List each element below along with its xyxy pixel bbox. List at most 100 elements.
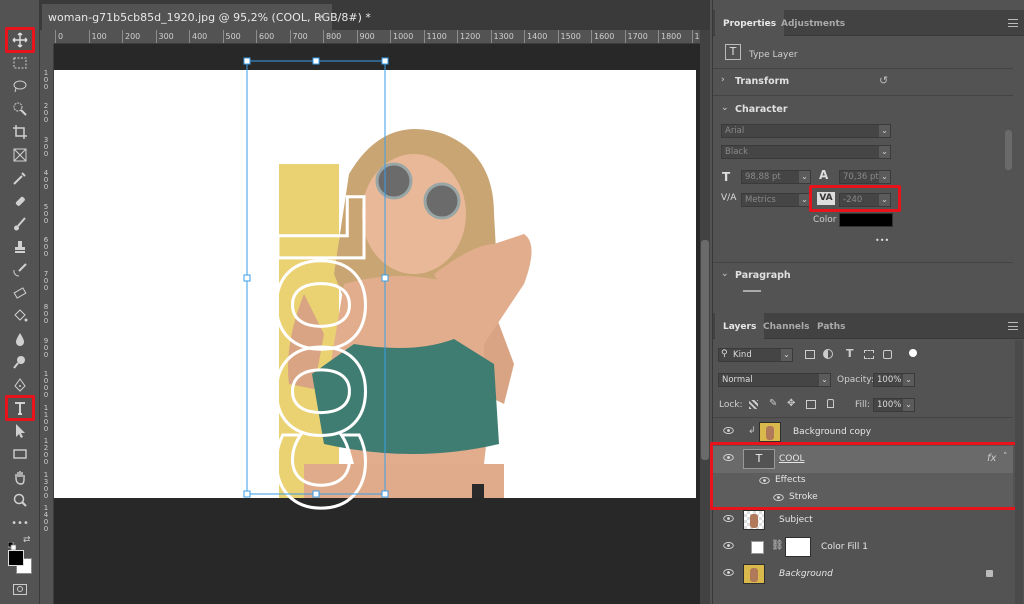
layer-row-subject[interactable]: Subject bbox=[713, 507, 1013, 534]
kerning-select[interactable]: Metrics ⌄ bbox=[741, 193, 811, 207]
default-colors-icon[interactable] bbox=[7, 535, 17, 551]
blend-mode-select[interactable]: Normal ⌄ bbox=[718, 373, 831, 387]
ruler-tick-label: 1800 bbox=[657, 30, 682, 43]
tracking-highlight bbox=[809, 185, 901, 212]
visibility-eye-icon[interactable] bbox=[723, 569, 734, 576]
filter-smart-object-icon[interactable] bbox=[883, 350, 892, 359]
more-tools-button[interactable]: ••• bbox=[9, 513, 31, 533]
swap-colors-icon[interactable]: ⇄ bbox=[23, 535, 31, 545]
clone-stamp-tool-button[interactable] bbox=[9, 237, 31, 257]
marquee-tool-button[interactable] bbox=[9, 53, 31, 73]
ruler-tick-label: 500 bbox=[222, 30, 241, 43]
panel-menu-icon[interactable] bbox=[1008, 19, 1018, 27]
ruler-tick-label: 1400 bbox=[523, 30, 548, 43]
history-brush-tool-button[interactable] bbox=[9, 260, 31, 280]
reset-transform-icon[interactable]: ↺ bbox=[879, 74, 888, 87]
layer-row-background[interactable]: Background bbox=[713, 561, 1013, 588]
canvas-vertical-scrollbar[interactable] bbox=[700, 30, 710, 604]
eraser-tool-button[interactable] bbox=[9, 283, 31, 303]
paint-bucket-tool-button[interactable] bbox=[9, 306, 31, 326]
lock-pixels-icon[interactable]: ✎ bbox=[769, 398, 777, 409]
font-style-select[interactable]: Black ⌄ bbox=[721, 145, 891, 159]
crop-tool-button[interactable] bbox=[9, 122, 31, 142]
tab-paths[interactable]: Paths bbox=[809, 313, 854, 339]
tab-adjustments[interactable]: Adjustments bbox=[773, 10, 853, 36]
foreground-color-swatch[interactable] bbox=[8, 550, 24, 566]
dodge-tool-button[interactable] bbox=[9, 352, 31, 372]
drop-icon bbox=[16, 333, 24, 346]
arrow-cursor-icon bbox=[16, 424, 25, 438]
pen-tool-button[interactable] bbox=[9, 375, 31, 395]
font-family-select[interactable]: Arial ⌄ bbox=[721, 124, 891, 138]
layers-scrollbar[interactable] bbox=[1015, 340, 1023, 604]
rectangle-tool-button[interactable] bbox=[9, 444, 31, 464]
chevron-down-icon: ⌄ bbox=[819, 374, 830, 386]
visibility-eye-icon[interactable] bbox=[723, 542, 734, 549]
ruler-tick-label: 700 bbox=[289, 30, 308, 43]
lock-icon bbox=[986, 570, 993, 577]
healing-brush-tool-button[interactable] bbox=[9, 191, 31, 211]
filter-adjustment-icon[interactable] bbox=[823, 349, 833, 359]
filter-kind-value: Kind bbox=[733, 350, 752, 360]
layer-row-color-fill[interactable]: ⛓ Color Fill 1 bbox=[713, 534, 1013, 561]
scrollbar-thumb[interactable] bbox=[701, 240, 709, 460]
horizontal-ruler[interactable]: 0 100 200 300 400 500 600 700 800 900 1000 1100 1200… bbox=[54, 30, 700, 44]
marquee-icon bbox=[13, 57, 27, 69]
lock-position-icon[interactable]: ✥ bbox=[787, 398, 795, 409]
more-options-button[interactable]: ••• bbox=[875, 236, 889, 245]
eyedropper-tool-button[interactable] bbox=[9, 168, 31, 188]
layer-type-label: Type Layer bbox=[749, 50, 798, 60]
layer-filter-select[interactable]: ⚲ Kind ⌄ bbox=[718, 348, 793, 362]
filter-shape-icon[interactable] bbox=[864, 350, 874, 359]
hand-tool-button[interactable] bbox=[9, 467, 31, 487]
properties-scrollbar[interactable] bbox=[1005, 130, 1012, 170]
ruler-tick-label: 1100 bbox=[423, 30, 447, 43]
ruler-tick-label: 1300 bbox=[490, 30, 514, 43]
lasso-tool-button[interactable] bbox=[9, 76, 31, 96]
zoom-tool-button[interactable] bbox=[9, 490, 31, 510]
quick-mask-icon[interactable] bbox=[13, 584, 27, 595]
fill-input[interactable]: 100% ⌄ bbox=[873, 398, 915, 412]
leading-input[interactable]: 70,36 pt ⌄ bbox=[839, 170, 891, 184]
layer-mask-thumbnail bbox=[785, 537, 811, 557]
filter-pixel-icon[interactable] bbox=[805, 350, 815, 359]
canvas-artwork[interactable]: COOL bbox=[54, 44, 700, 604]
close-tab-icon[interactable]: × bbox=[317, 10, 326, 23]
lock-transparency-icon[interactable] bbox=[749, 400, 758, 409]
layer-thumbnail bbox=[759, 422, 781, 442]
opacity-input[interactable]: 100% ⌄ bbox=[873, 373, 915, 387]
path-selection-tool-button[interactable] bbox=[9, 421, 31, 441]
visibility-eye-icon[interactable] bbox=[723, 427, 734, 434]
paint-bucket-icon bbox=[14, 309, 28, 322]
dodge-icon bbox=[13, 356, 25, 369]
chevron-down-icon: ⌄ bbox=[879, 146, 890, 158]
quick-selection-tool-button[interactable] bbox=[9, 99, 31, 119]
brush-icon bbox=[14, 217, 26, 231]
frame-tool-button[interactable] bbox=[9, 145, 31, 165]
layers-panel-header: Layers Channels Paths bbox=[713, 313, 1024, 339]
cool-text-layer: COOL bbox=[253, 195, 394, 515]
ruler-tick-label: 1200 bbox=[456, 30, 481, 43]
lock-label: Lock: bbox=[719, 400, 743, 410]
fill-color-swatch[interactable] bbox=[751, 541, 764, 554]
blur-tool-button[interactable] bbox=[9, 329, 31, 349]
history-brush-icon bbox=[13, 263, 27, 277]
filter-toggle-icon[interactable] bbox=[909, 349, 917, 357]
font-size-input[interactable]: 98,88 pt ⌄ bbox=[741, 170, 811, 184]
transform-section-header[interactable]: › Transform bbox=[713, 68, 1013, 94]
paragraph-section-header[interactable]: ⌄ Paragraph bbox=[713, 262, 1013, 288]
lock-artboard-icon[interactable] bbox=[806, 400, 816, 409]
photoshop-window: ••• ⇄ woman-g71b5cb85d_1920.jpg @ 95,2% … bbox=[0, 0, 1024, 604]
brush-tool-button[interactable] bbox=[9, 214, 31, 234]
ruler-tick-label: 900 bbox=[43, 336, 49, 359]
filter-type-icon[interactable]: T bbox=[846, 347, 854, 360]
panel-menu-icon[interactable] bbox=[1008, 322, 1018, 330]
clipping-arrow-icon: ↲ bbox=[748, 426, 756, 436]
document-tab[interactable]: woman-g71b5cb85d_1920.jpg @ 95,2% (COOL,… bbox=[42, 4, 371, 30]
text-color-swatch[interactable] bbox=[839, 213, 893, 227]
lock-all-icon[interactable] bbox=[827, 399, 834, 408]
link-icon[interactable]: ⛓ bbox=[771, 540, 784, 551]
visibility-eye-icon[interactable] bbox=[723, 515, 734, 522]
vertical-ruler[interactable]: 0100200300400500600700800900100011001200… bbox=[40, 44, 54, 604]
character-section-header[interactable]: ⌄ Character bbox=[713, 96, 1013, 122]
